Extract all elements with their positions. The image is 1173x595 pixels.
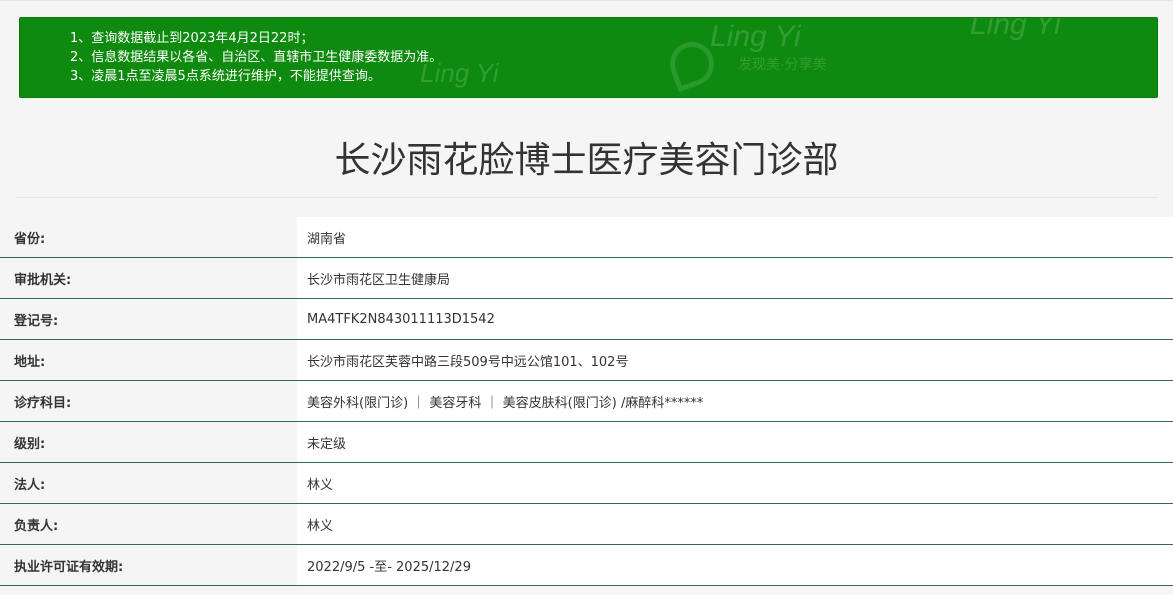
row-value: 长沙市雨花区卫生健康局 bbox=[297, 258, 1173, 298]
row-label: 级别: bbox=[0, 422, 297, 462]
notice-banner: Ling Yi 发现美·分享美 Ling Yi Ling Yi 1、查询数据截止… bbox=[19, 17, 1158, 98]
info-table: 省份: 湖南省 审批机关: 长沙市雨花区卫生健康局 登记号: MA4TFK2N8… bbox=[0, 217, 1173, 586]
notice-item: 1、查询数据截止到2023年4月2日22时； bbox=[70, 31, 314, 46]
row-value: 林义 bbox=[297, 463, 1173, 503]
table-row-approval-authority: 审批机关: 长沙市雨花区卫生健康局 bbox=[0, 258, 1173, 299]
row-label: 诊疗科目: bbox=[0, 381, 297, 421]
page: Ling Yi 发现美·分享美 Ling Yi Ling Yi 1、查询数据截止… bbox=[0, 0, 1173, 595]
table-row-legal-person: 法人: 林义 bbox=[0, 463, 1173, 504]
row-value: 美容外科(限门诊) ｜ 美容牙科 ｜ 美容皮肤科(限门诊) /麻醉科****** bbox=[297, 381, 1173, 421]
watermark-text: Ling Yi bbox=[970, 17, 1061, 41]
row-label: 登记号: bbox=[0, 299, 297, 339]
row-value: 长沙市雨花区芙蓉中路三段509号中远公馆101、102号 bbox=[297, 340, 1173, 380]
row-value: 湖南省 bbox=[297, 217, 1173, 257]
row-value: 林义 bbox=[297, 504, 1173, 544]
table-row-registration-number: 登记号: MA4TFK2N843011113D1542 bbox=[0, 299, 1173, 340]
row-label: 地址: bbox=[0, 340, 297, 380]
table-row-level: 级别: 未定级 bbox=[0, 422, 1173, 463]
row-label: 负责人: bbox=[0, 504, 297, 544]
watermark-text: Ling Yi bbox=[710, 20, 801, 53]
notice-item: 2、信息数据结果以各省、自治区、直辖市卫生健康委数据为准。 bbox=[70, 50, 443, 65]
table-row-person-in-charge: 负责人: 林义 bbox=[0, 504, 1173, 545]
notice-list: 1、查询数据截止到2023年4月2日22时； 2、信息数据结果以各省、自治区、直… bbox=[70, 29, 442, 86]
row-label: 省份: bbox=[0, 217, 297, 257]
page-title: 长沙雨花脸博士医疗美容门诊部 bbox=[334, 140, 839, 181]
row-value: 2022/9/5 -至- 2025/12/29 bbox=[297, 545, 1173, 585]
table-row-province: 省份: 湖南省 bbox=[0, 217, 1173, 258]
title-divider bbox=[15, 197, 1158, 198]
watermark-tagline: 发现美·分享美 bbox=[738, 56, 827, 72]
table-row-departments: 诊疗科目: 美容外科(限门诊) ｜ 美容牙科 ｜ 美容皮肤科(限门诊) /麻醉科… bbox=[0, 381, 1173, 422]
table-row-address: 地址: 长沙市雨花区芙蓉中路三段509号中远公馆101、102号 bbox=[0, 340, 1173, 381]
row-value: 未定级 bbox=[297, 422, 1173, 462]
row-value: MA4TFK2N843011113D1542 bbox=[297, 299, 1173, 339]
notice-item: 3、凌晨1点至凌晨5点系统进行维护，不能提供查询。 bbox=[70, 69, 381, 84]
row-label: 执业许可证有效期: bbox=[0, 545, 297, 585]
row-label: 审批机关: bbox=[0, 258, 297, 298]
row-label: 法人: bbox=[0, 463, 297, 503]
table-row-license-validity: 执业许可证有效期: 2022/9/5 -至- 2025/12/29 bbox=[0, 545, 1173, 586]
watermark-logo-icon bbox=[663, 35, 721, 93]
